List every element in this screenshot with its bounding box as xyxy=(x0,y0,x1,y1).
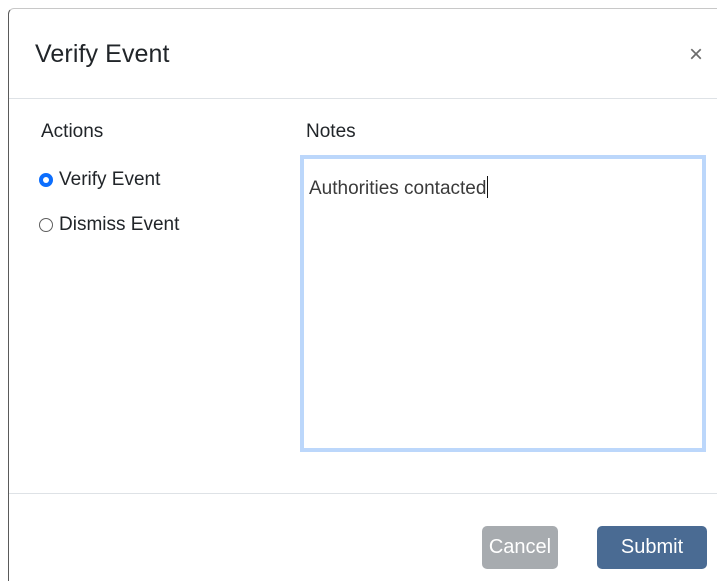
actions-label: Actions xyxy=(41,121,104,142)
cancel-button[interactable]: Cancel xyxy=(482,526,558,569)
notes-textarea[interactable]: Authorities contacted xyxy=(300,155,706,452)
verify-event-option[interactable]: Verify Event xyxy=(39,167,160,193)
submit-button[interactable]: Submit xyxy=(597,526,707,569)
dialog-title: Verify Event xyxy=(35,40,170,68)
dismiss-event-label: Dismiss Event xyxy=(59,214,180,235)
notes-text: Authorities contacted xyxy=(309,178,487,199)
text-caret xyxy=(487,176,489,198)
dismiss-event-radio[interactable] xyxy=(39,218,53,232)
verify-event-radio[interactable] xyxy=(39,173,53,187)
close-icon[interactable]: × xyxy=(683,42,709,68)
verify-event-label: Verify Event xyxy=(59,169,161,190)
dialog-footer: Cancel Submit xyxy=(9,493,717,581)
dismiss-event-option[interactable]: Dismiss Event xyxy=(39,212,179,238)
verify-event-dialog: Verify Event × Actions Notes Verify Even… xyxy=(8,8,717,581)
notes-label: Notes xyxy=(306,121,356,142)
dialog-header: Verify Event × xyxy=(9,9,717,99)
